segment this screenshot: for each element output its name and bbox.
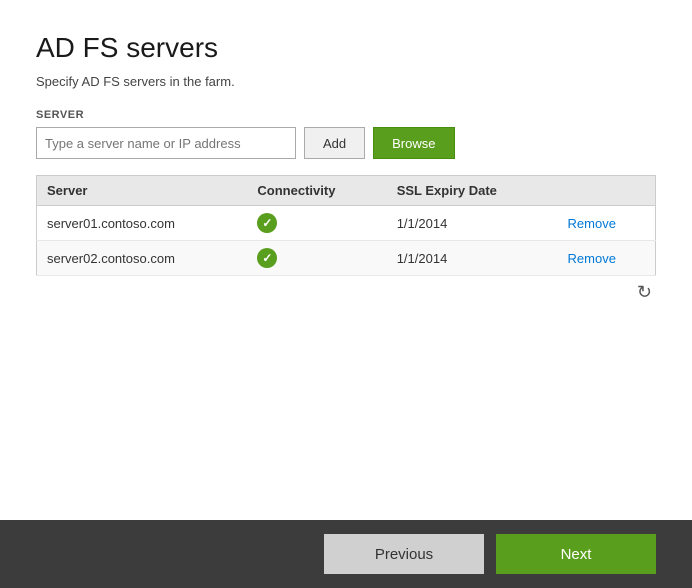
add-button[interactable]: Add (304, 127, 365, 159)
cell-ssl-expiry: 1/1/2014 (387, 206, 558, 241)
cell-action: Remove (558, 241, 656, 276)
cell-server: server02.contoso.com (37, 241, 248, 276)
cell-connectivity: ✓ (247, 206, 386, 241)
col-action (558, 176, 656, 206)
cell-ssl-expiry: 1/1/2014 (387, 241, 558, 276)
remove-link[interactable]: Remove (568, 216, 616, 231)
server-label: SERVER (36, 109, 656, 121)
main-content: AD FS servers Specify AD FS servers in t… (0, 0, 692, 520)
col-server: Server (37, 176, 248, 206)
col-connectivity: Connectivity (247, 176, 386, 206)
page-title: AD FS servers (36, 32, 656, 64)
page-description: Specify AD FS servers in the farm. (36, 74, 656, 89)
refresh-area: ↻ (36, 276, 656, 303)
table-header-row: Server Connectivity SSL Expiry Date (37, 176, 656, 206)
refresh-icon[interactable]: ↻ (637, 282, 652, 303)
server-table: Server Connectivity SSL Expiry Date serv… (36, 175, 656, 276)
table-row: server01.contoso.com ✓ 1/1/2014 Remove (37, 206, 656, 241)
server-input[interactable] (36, 127, 296, 159)
input-row: Add Browse (36, 127, 656, 159)
previous-button[interactable]: Previous (324, 534, 484, 574)
remove-link[interactable]: Remove (568, 251, 616, 266)
footer-bar: Previous Next (0, 520, 692, 588)
table-row: server02.contoso.com ✓ 1/1/2014 Remove (37, 241, 656, 276)
browse-button[interactable]: Browse (373, 127, 454, 159)
checkmark-icon: ✓ (257, 248, 277, 268)
next-button[interactable]: Next (496, 534, 656, 574)
col-ssl-expiry: SSL Expiry Date (387, 176, 558, 206)
checkmark-icon: ✓ (257, 213, 277, 233)
cell-action: Remove (558, 206, 656, 241)
cell-server: server01.contoso.com (37, 206, 248, 241)
cell-connectivity: ✓ (247, 241, 386, 276)
